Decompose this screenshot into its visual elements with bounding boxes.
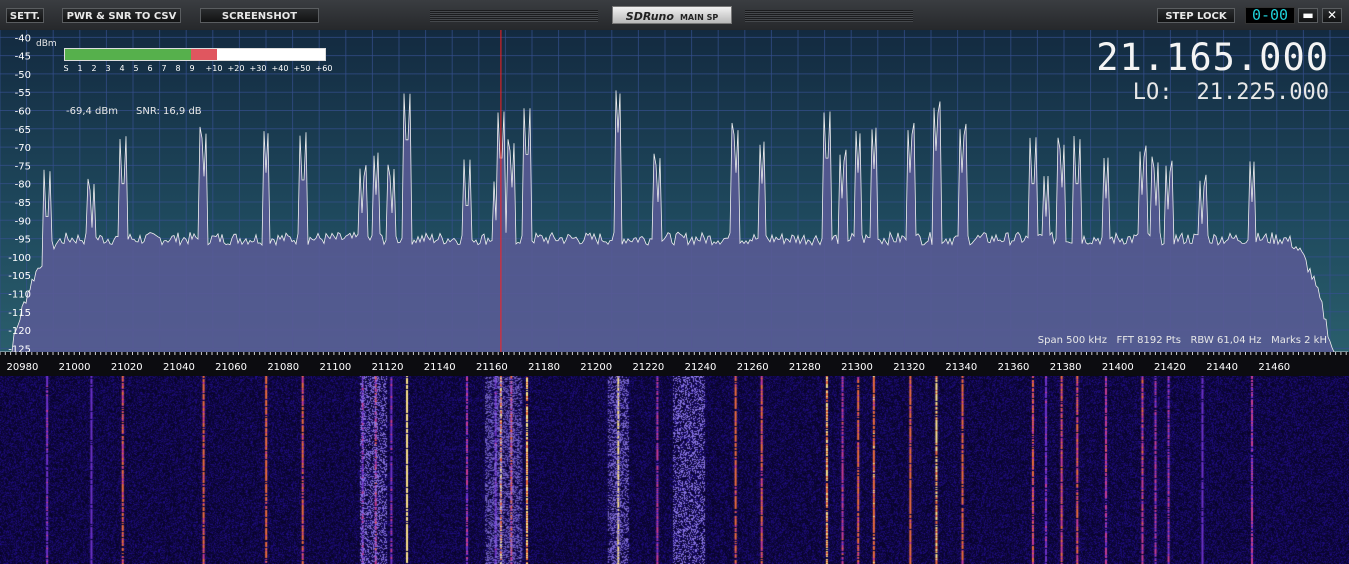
s-meter-over-level <box>191 49 217 60</box>
x-tick-label: 21380 <box>1050 362 1082 373</box>
screenshot-button[interactable]: SCREENSHOT <box>200 8 319 23</box>
s-meter-label: 7 <box>161 64 167 73</box>
settings-button[interactable]: SETT. <box>6 8 44 23</box>
x-tick-label: 21140 <box>424 362 456 373</box>
pwr-snr-csv-button[interactable]: PWR & SNR TO CSV <box>62 8 181 23</box>
clock-display: 0-00 <box>1245 7 1295 24</box>
x-tick-label: 21420 <box>1154 362 1186 373</box>
grip-right[interactable] <box>745 10 913 22</box>
x-tick-label: 21200 <box>580 362 612 373</box>
s-meter-label: +40 <box>271 64 289 73</box>
s-meter-label: 4 <box>119 64 125 73</box>
x-tick-label: 21240 <box>685 362 717 373</box>
span-info: Span 500 kHz <box>1037 335 1107 346</box>
y-tick-label: -95 <box>15 235 31 246</box>
waterfall-display[interactable] <box>0 376 1349 564</box>
x-tick-label: 21060 <box>215 362 247 373</box>
x-tick-label: 21300 <box>841 362 873 373</box>
x-tick-label: 21460 <box>1258 362 1290 373</box>
y-tick-label: -80 <box>15 180 31 191</box>
snr-readout: SNR: 16,9 dB <box>136 106 202 117</box>
x-tick-label: 21320 <box>893 362 925 373</box>
s-meter <box>64 48 326 61</box>
title-bar: SETT. PWR & SNR TO CSV SCREENSHOT SDRuno… <box>0 0 1349 30</box>
x-tick-label: 21180 <box>528 362 560 373</box>
x-tick-label: 21440 <box>1206 362 1238 373</box>
y-tick-label: -100 <box>8 253 31 264</box>
y-tick-label: -115 <box>8 308 31 319</box>
smeter-unit: dBm <box>36 39 57 49</box>
s-meter-label: 8 <box>175 64 181 73</box>
x-tick-label: 21000 <box>59 362 91 373</box>
s-meter-label: +10 <box>205 64 223 73</box>
y-tick-label: -105 <box>8 271 31 282</box>
y-tick-label: -45 <box>15 52 31 63</box>
s-meter-scale: S 1 2 3 4 5 6 7 8 9 +10 +20 +30 +40 +50 +60 <box>60 64 333 76</box>
x-tick-label: 21120 <box>372 362 404 373</box>
fft-points-info: FFT 8192 Pts <box>1116 335 1181 346</box>
frequency-display[interactable]: 21.165.000 <box>1096 38 1329 78</box>
power-readout: -69,4 dBm <box>66 106 119 117</box>
x-tick-label: 21040 <box>163 362 195 373</box>
step-lock-button[interactable]: STEP LOCK <box>1157 8 1235 23</box>
x-tick-label: 21340 <box>945 362 977 373</box>
lo-value: 21.225.000 <box>1196 80 1329 105</box>
y-tick-label: -60 <box>15 107 31 118</box>
x-tick-label: 21100 <box>319 362 351 373</box>
x-tick-label: 21280 <box>789 362 821 373</box>
s-meter-label: 3 <box>105 64 111 73</box>
s-meter-label: 9 <box>189 64 195 73</box>
minimize-button[interactable]: ▬ <box>1298 8 1318 23</box>
s-meter-label: 1 <box>77 64 83 73</box>
logo-panel: MAIN SP <box>679 13 719 22</box>
logo-brand: SDRuno <box>625 10 674 23</box>
x-tick-label: 21400 <box>1102 362 1134 373</box>
x-tick-label: 21360 <box>998 362 1030 373</box>
fft-info: Span 500 kHz FFT 8192 Pts RBW 61,04 Hz M… <box>1038 335 1327 346</box>
close-button[interactable]: ✕ <box>1322 8 1342 23</box>
y-tick-label: -90 <box>15 216 31 227</box>
x-tick-label: 21160 <box>476 362 508 373</box>
y-tick-label: -125 <box>8 344 31 352</box>
y-tick-label: -40 <box>15 33 31 44</box>
y-tick-label: -120 <box>8 326 31 337</box>
s-meter-label: 2 <box>91 64 97 73</box>
s-meter-label: 6 <box>147 64 153 73</box>
y-tick-label: -110 <box>8 289 31 300</box>
lo-display[interactable]: LO: 21.225.000 <box>1133 80 1329 106</box>
y-tick-label: -65 <box>15 125 31 136</box>
s-meter-label: +20 <box>227 64 245 73</box>
frequency-scale[interactable]: 20980 21000 21020 21040 21060 21080 21100 21120… <box>0 352 1349 376</box>
s-meter-label: +50 <box>293 64 311 73</box>
x-tick-label: 21020 <box>111 362 143 373</box>
lo-label: LO: <box>1132 80 1173 105</box>
marks-info: Marks 2 kH <box>1271 335 1327 346</box>
x-tick-label: 21080 <box>267 362 299 373</box>
y-tick-label: -70 <box>15 143 31 154</box>
y-tick-label: -75 <box>15 161 31 172</box>
y-tick-label: -85 <box>15 198 31 209</box>
x-tick-label: 21220 <box>632 362 664 373</box>
s-meter-label: 5 <box>133 64 139 73</box>
y-tick-label: -50 <box>15 70 31 81</box>
x-tick-label: 20980 <box>7 362 39 373</box>
s-meter-label: +60 <box>315 64 333 73</box>
grip-left[interactable] <box>430 10 598 22</box>
y-tick-label: -55 <box>15 88 31 99</box>
s-meter-label: +30 <box>249 64 267 73</box>
rbw-info: RBW 61,04 Hz <box>1190 335 1262 346</box>
x-tick-label: 21260 <box>737 362 769 373</box>
s-meter-label: S <box>63 64 69 73</box>
s-meter-level <box>65 49 191 60</box>
sdruno-logo: SDRuno MAIN SP <box>612 6 732 24</box>
